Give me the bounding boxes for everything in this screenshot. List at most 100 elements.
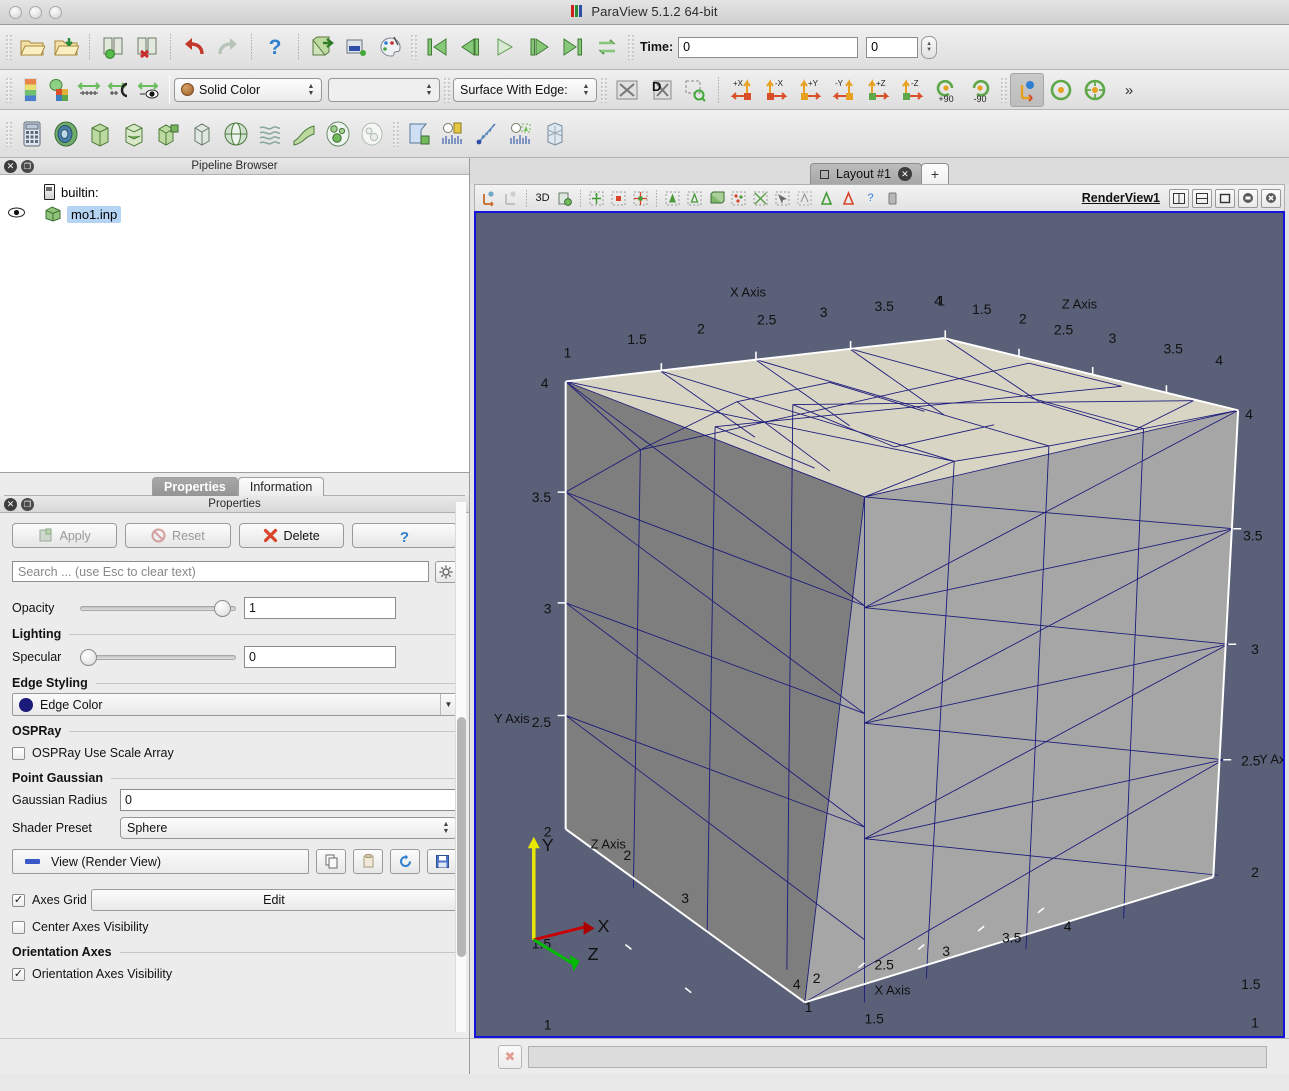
frustum-select-icon[interactable] (794, 188, 815, 209)
split-vertical-icon[interactable] (1192, 189, 1212, 208)
orientation-axes-visibility-row[interactable]: ✓ Orientation Axes Visibility (12, 962, 457, 986)
orientation-axes-visibility-checkbox[interactable]: ✓ (12, 968, 25, 981)
toolbar-grip[interactable] (627, 34, 634, 60)
shrink-selection-icon[interactable] (838, 188, 859, 209)
center-axes-visibility-row[interactable]: Center Axes Visibility (12, 915, 457, 939)
select-points-through-icon[interactable] (728, 188, 749, 209)
slice-icon[interactable] (117, 117, 151, 151)
pipeline-browser[interactable]: builtin: mo1.inp (0, 175, 469, 473)
gaussian-radius-input[interactable]: 0 (120, 789, 457, 811)
ospray-use-scale-array-checkbox[interactable] (12, 747, 25, 760)
properties-action-buttons[interactable]: Apply Reset Delete ? ? (12, 523, 457, 548)
representation-combo[interactable]: Surface With Edge: ▲▼ (453, 78, 597, 102)
axes-grid-checkbox[interactable]: ✓ (12, 894, 25, 907)
save-as-default-icon[interactable] (427, 849, 457, 874)
specular-value[interactable]: 0 (244, 646, 396, 668)
interactive-select-icon[interactable] (772, 188, 793, 209)
layout-tab[interactable]: Layout #1 ✕ (810, 163, 922, 184)
toolbar-grip[interactable] (600, 77, 607, 103)
status-bar[interactable]: ✖ (470, 1038, 1289, 1074)
rescale-to-data-range-icon[interactable] (75, 75, 105, 105)
center-axes-icon[interactable] (1010, 73, 1044, 107)
axes-grid-row[interactable]: ✓ Axes Grid Edit (12, 888, 457, 912)
toolbar-grip[interactable] (443, 77, 450, 103)
edge-color-combo[interactable]: Edge Color ▼ (12, 693, 457, 716)
close-icon[interactable]: ✕ (4, 160, 17, 173)
slider-knob[interactable] (80, 649, 97, 666)
layout-tab-bar[interactable]: Layout #1 ✕ + (470, 158, 1289, 184)
toolbar-grip[interactable] (5, 77, 12, 103)
toolbar-grip[interactable] (5, 121, 12, 147)
reset-camera-icon[interactable] (610, 73, 644, 107)
color-map-editor-icon[interactable] (15, 75, 45, 105)
set-view-plus-x-icon[interactable]: +X (725, 73, 759, 107)
ospray-use-scale-array-row[interactable]: OSPRay Use Scale Array (12, 741, 457, 765)
camera-undo-icon[interactable] (500, 188, 521, 209)
set-view-minus-y-icon[interactable]: -Y (827, 73, 861, 107)
slider-knob[interactable] (214, 600, 231, 617)
glyph-icon[interactable] (219, 117, 253, 151)
representation-toolbar[interactable]: Solid Color ▲▼ ▲▼ Surface With Edge: ▲▼ … (0, 70, 1289, 110)
time-input[interactable]: 0 (678, 37, 858, 58)
extract-subset-icon[interactable] (185, 117, 219, 151)
color-by-combo[interactable]: Solid Color ▲▼ (174, 78, 322, 102)
reset-center-icon[interactable] (608, 188, 629, 209)
rotate-90-ccw-icon[interactable]: -90 (963, 73, 997, 107)
select-cells-through-icon[interactable] (706, 188, 727, 209)
loop-icon[interactable] (590, 30, 624, 64)
open-recent-icon[interactable] (49, 30, 83, 64)
play-icon[interactable] (488, 30, 522, 64)
zoom-to-data-icon[interactable]: D (644, 73, 678, 107)
undo-icon[interactable] (177, 30, 211, 64)
redo-icon[interactable] (211, 30, 245, 64)
properties-search-row[interactable]: Search ... (use Esc to clear text) (12, 561, 457, 583)
connect-server-icon[interactable] (96, 30, 130, 64)
clear-selection-icon[interactable] (882, 188, 903, 209)
set-view-minus-x-icon[interactable]: -X (759, 73, 793, 107)
undock-icon[interactable]: ❐ (21, 498, 34, 511)
clip-icon[interactable] (83, 117, 117, 151)
rescale-to-visible-range-icon[interactable] (135, 75, 165, 105)
axes-grid-edit-button[interactable]: Edit (91, 889, 457, 911)
paste-icon[interactable] (353, 849, 383, 874)
render-view-name[interactable]: RenderView1 (1082, 191, 1166, 205)
undock-icon[interactable]: ❐ (21, 160, 34, 173)
reset-button[interactable]: Reset (125, 523, 230, 548)
interaction-mode-icon[interactable] (478, 188, 499, 209)
center-axes-visibility-checkbox[interactable] (12, 921, 25, 934)
set-view-plus-y-icon[interactable]: +Y (793, 73, 827, 107)
select-block-icon[interactable] (750, 188, 771, 209)
contour-icon[interactable] (49, 117, 83, 151)
view-help-icon[interactable]: ? (860, 188, 881, 209)
panel-tab-bar[interactable]: Properties Information (0, 473, 469, 496)
array-component-combo[interactable]: ▲▼ (328, 78, 440, 102)
show-center-icon[interactable] (586, 188, 607, 209)
set-view-minus-z-icon[interactable]: -Z (895, 73, 929, 107)
disconnect-server-icon[interactable] (130, 30, 164, 64)
delete-button[interactable]: Delete (239, 523, 344, 548)
edit-color-legend-icon[interactable] (45, 75, 75, 105)
camera-link-icon[interactable] (554, 188, 575, 209)
first-frame-icon[interactable] (420, 30, 454, 64)
properties-scrollbar[interactable] (455, 502, 466, 1032)
toolbar-grip[interactable] (410, 34, 417, 60)
render-view[interactable]: 1 1.5 2 2.5 3 3.5 4 X Axis 1 1.5 2 2.5 3… (474, 211, 1285, 1038)
specular-row[interactable]: Specular 0 (12, 644, 457, 670)
rotate-camera-icon[interactable] (1044, 73, 1078, 107)
frame-input[interactable]: 0 (866, 37, 918, 58)
zoom-to-box-icon[interactable] (678, 73, 712, 107)
plot-data-over-time-icon[interactable] (504, 117, 538, 151)
view-toolbar[interactable]: 3D (474, 184, 1285, 211)
export-scene-icon[interactable] (305, 30, 339, 64)
select-surface-cells-icon[interactable] (402, 117, 436, 151)
pick-center-icon[interactable] (1078, 73, 1112, 107)
gaussian-radius-row[interactable]: Gaussian Radius 0 (12, 788, 457, 812)
stream-tracer-icon[interactable] (253, 117, 287, 151)
close-icon[interactable]: ✕ (4, 498, 17, 511)
tab-properties[interactable]: Properties (152, 477, 238, 496)
plot-over-line-icon[interactable] (436, 117, 470, 151)
copy-icon[interactable] (316, 849, 346, 874)
pick-center-icon[interactable] (630, 188, 651, 209)
restore-defaults-icon[interactable] (390, 849, 420, 874)
shader-preset-combo[interactable]: Sphere ▲▼ (120, 817, 457, 839)
